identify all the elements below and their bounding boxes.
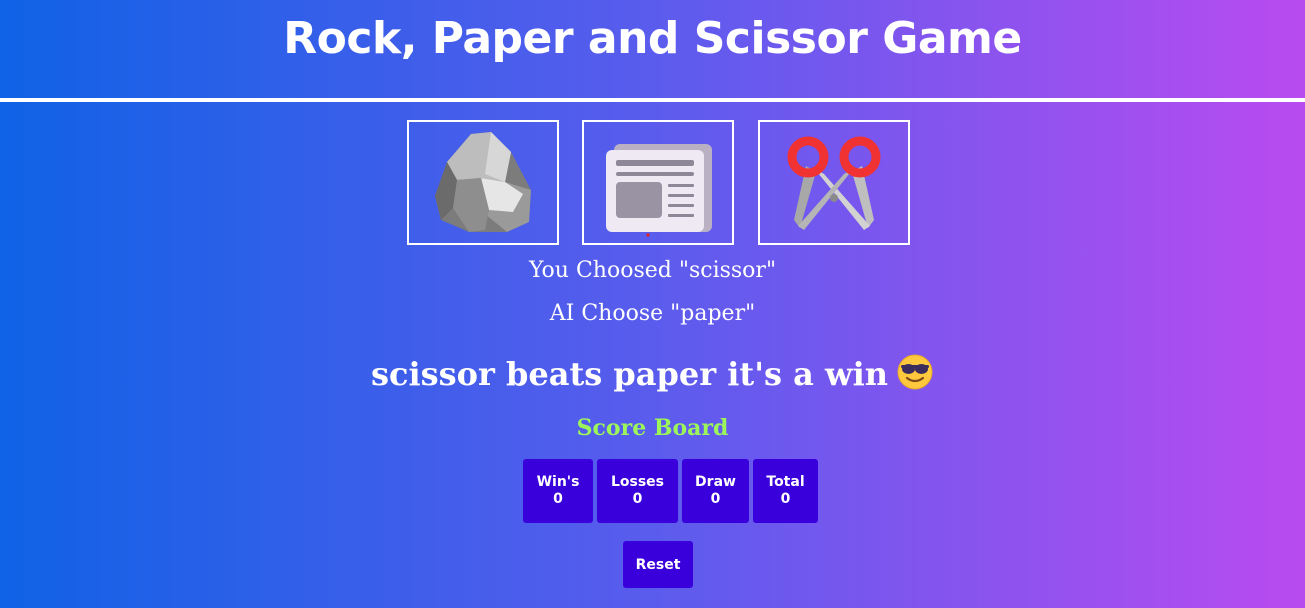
losses-label: Losses: [610, 474, 665, 490]
wins-label: Win's: [536, 474, 580, 490]
result-text: scissor beats paper it's a win: [370, 355, 888, 393]
total-label: Total: [766, 474, 805, 490]
newspaper-icon: [606, 144, 712, 237]
wins-value: 0: [553, 491, 563, 507]
draw-label: Draw: [695, 474, 736, 490]
losses-score-box: Losses 0: [597, 459, 678, 523]
wins-score-box: Win's 0: [523, 459, 593, 523]
user-choice-text: You Choosed "scissor": [528, 258, 777, 283]
rock-icon: [435, 132, 531, 232]
total-score-box: Total 0: [753, 459, 818, 523]
losses-value: 0: [632, 491, 643, 507]
total-value: 0: [780, 491, 791, 507]
rock-choice-button[interactable]: [407, 120, 559, 245]
smiling-face-with-sunglasses-icon: [896, 353, 934, 391]
draw-value: 0: [710, 491, 721, 507]
choice-row: [407, 120, 910, 245]
paper-choice-button[interactable]: [582, 120, 734, 245]
ai-choice-text: AI Choose "paper": [549, 301, 756, 326]
scoreboard-title: Score Board: [576, 415, 729, 441]
scissors-icon: [787, 136, 881, 230]
result-message: scissor beats paper it's a win: [0, 352, 1305, 396]
reset-button[interactable]: Reset: [623, 541, 693, 588]
header-divider: [0, 98, 1305, 102]
draw-score-box: Draw 0: [682, 459, 749, 523]
page-title: Rock, Paper and Scissor Game: [283, 13, 1022, 64]
scissor-choice-button[interactable]: [758, 120, 910, 245]
